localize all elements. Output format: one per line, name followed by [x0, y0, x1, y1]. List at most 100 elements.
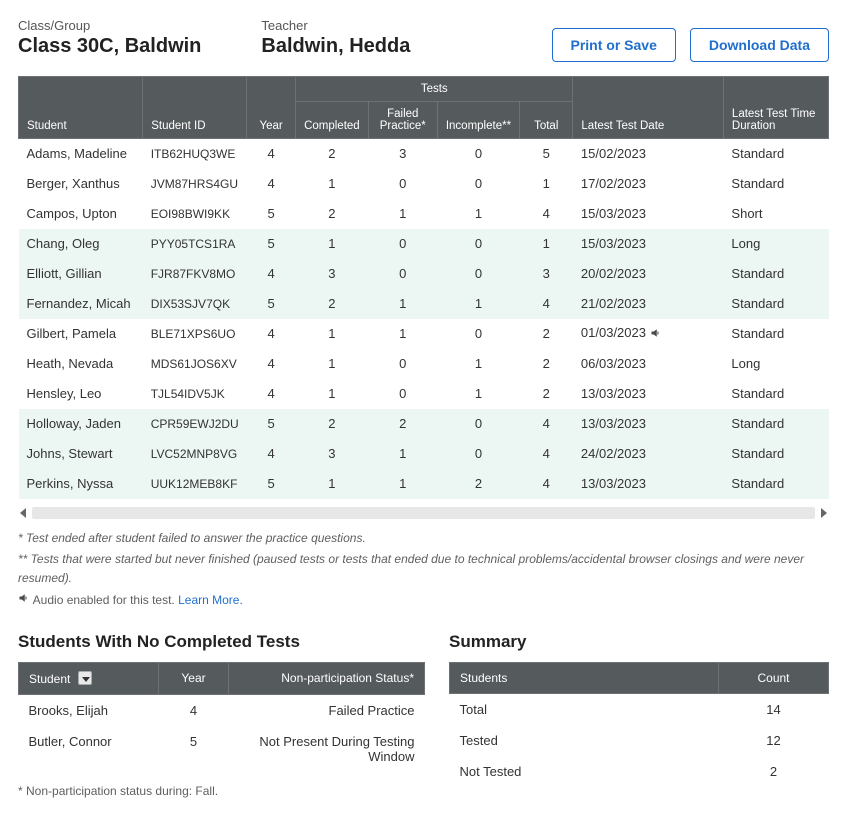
cell-completed: 2 [296, 409, 369, 439]
cell-duration: Short [723, 199, 828, 229]
footnotes-block: * Test ended after student failed to ans… [18, 529, 829, 610]
learn-more-link[interactable]: Learn More. [178, 593, 243, 607]
cell-student-name: Butler, Connor [19, 726, 159, 772]
col-incomplete-header[interactable]: Incomplete** [437, 102, 519, 139]
cell-completed: 1 [296, 169, 369, 199]
students-tests-table: Student Student ID Year Tests Latest Tes… [18, 76, 829, 499]
cell-year: 5 [247, 409, 296, 439]
no-tests-col-status[interactable]: Non-participation Status* [229, 662, 425, 694]
cell-completed: 2 [296, 139, 369, 169]
col-student-id-header[interactable]: Student ID [143, 77, 247, 139]
table-row: Not Tested2 [450, 756, 829, 787]
col-year-header[interactable]: Year [247, 77, 296, 139]
print-save-button[interactable]: Print or Save [552, 28, 676, 62]
col-total-header[interactable]: Total [520, 102, 573, 139]
cell-failed-practice: 0 [368, 259, 437, 289]
cell-student-name: Gilbert, Pamela [19, 319, 143, 349]
col-failed-practice-header[interactable]: Failed Practice* [368, 102, 437, 139]
scroll-right-arrow-icon[interactable] [817, 507, 829, 519]
header-buttons: Print or Save Download Data [552, 28, 830, 62]
cell-latest-date: 01/03/2023 [573, 319, 724, 349]
cell-student-id: BLE71XPS6UO [143, 319, 247, 349]
teacher-field: Teacher Baldwin, Hedda [261, 18, 410, 58]
col-latest-date-header[interactable]: Latest Test Date [573, 77, 724, 139]
bottom-panels: Students With No Completed Tests Student… [18, 632, 829, 798]
sort-caret-icon[interactable] [78, 671, 92, 685]
cell-completed: 1 [296, 379, 369, 409]
summary-title: Summary [449, 632, 829, 652]
cell-student-name: Adams, Madeline [19, 139, 143, 169]
cell-student-name: Hensley, Leo [19, 379, 143, 409]
cell-completed: 2 [296, 289, 369, 319]
cell-completed: 1 [296, 469, 369, 499]
cell-incomplete: 0 [437, 439, 519, 469]
table-row: Tested12 [450, 725, 829, 756]
cell-latest-date: 20/02/2023 [573, 259, 724, 289]
cell-duration: Standard [723, 439, 828, 469]
cell-student-id: LVC52MNP8VG [143, 439, 247, 469]
cell-incomplete: 2 [437, 469, 519, 499]
col-completed-header[interactable]: Completed [296, 102, 369, 139]
no-tests-col-student[interactable]: Student [19, 662, 159, 694]
cell-incomplete: 1 [437, 199, 519, 229]
col-latest-duration-header[interactable]: Latest Test Time Duration [723, 77, 828, 139]
cell-student-name: Heath, Nevada [19, 349, 143, 379]
cell-latest-date: 06/03/2023 [573, 349, 724, 379]
cell-total: 4 [520, 469, 573, 499]
table-row[interactable]: Berger, XanthusJVM87HRS4GU4100117/02/202… [19, 169, 829, 199]
horizontal-scrollbar[interactable] [18, 507, 829, 519]
table-row[interactable]: Fernandez, MicahDIX53SJV7QK5211421/02/20… [19, 289, 829, 319]
cell-student-id: UUK12MEB8KF [143, 469, 247, 499]
cell-total: 1 [520, 169, 573, 199]
table-row[interactable]: Brooks, Elijah4Failed Practice [19, 694, 425, 726]
cell-latest-date: 13/03/2023 [573, 469, 724, 499]
cell-latest-date: 15/02/2023 [573, 139, 724, 169]
no-tests-col-year[interactable]: Year [159, 662, 229, 694]
cell-failed-practice: 1 [368, 199, 437, 229]
cell-year: 4 [247, 259, 296, 289]
table-row[interactable]: Chang, OlegPYY05TCS1RA5100115/03/2023Lon… [19, 229, 829, 259]
cell-total: 2 [520, 319, 573, 349]
summary-col-count[interactable]: Count [719, 662, 829, 693]
cell-year: 4 [247, 379, 296, 409]
class-group-label: Class/Group [18, 18, 201, 33]
cell-student-id: PYY05TCS1RA [143, 229, 247, 259]
cell-summary-count: 14 [719, 693, 829, 725]
cell-participation-status: Failed Practice [229, 694, 425, 726]
no-tests-panel: Students With No Completed Tests Student… [18, 632, 425, 798]
table-row[interactable]: Butler, Connor5Not Present During Testin… [19, 726, 425, 772]
cell-latest-date: 24/02/2023 [573, 439, 724, 469]
cell-total: 4 [520, 289, 573, 319]
cell-incomplete: 0 [437, 229, 519, 259]
cell-student-id: ITB62HUQ3WE [143, 139, 247, 169]
table-row[interactable]: Adams, MadelineITB62HUQ3WE4230515/02/202… [19, 139, 829, 169]
table-row[interactable]: Johns, StewartLVC52MNP8VG4310424/02/2023… [19, 439, 829, 469]
scroll-left-arrow-icon[interactable] [18, 507, 30, 519]
table-row[interactable]: Heath, NevadaMDS61JOS6XV4101206/03/2023L… [19, 349, 829, 379]
table-row[interactable]: Campos, UptonEOI98BWI9KK5211415/03/2023S… [19, 199, 829, 229]
table-row: Total14 [450, 693, 829, 725]
cell-latest-date: 13/03/2023 [573, 379, 724, 409]
cell-duration: Standard [723, 409, 828, 439]
table-row[interactable]: Hensley, LeoTJL54IDV5JK4101213/03/2023St… [19, 379, 829, 409]
cell-incomplete: 1 [437, 289, 519, 319]
download-data-button[interactable]: Download Data [690, 28, 829, 62]
cell-year: 5 [247, 199, 296, 229]
summary-col-students[interactable]: Students [450, 662, 719, 693]
cell-duration: Long [723, 229, 828, 259]
table-row[interactable]: Gilbert, PamelaBLE71XPS6UO4110201/03/202… [19, 319, 829, 349]
cell-duration: Standard [723, 469, 828, 499]
cell-completed: 3 [296, 259, 369, 289]
cell-year: 5 [247, 289, 296, 319]
teacher-value: Baldwin, Hedda [261, 35, 410, 58]
table-row[interactable]: Elliott, GillianFJR87FKV8MO4300320/02/20… [19, 259, 829, 289]
speaker-icon [18, 593, 33, 607]
cell-failed-practice: 0 [368, 379, 437, 409]
cell-student-id: DIX53SJV7QK [143, 289, 247, 319]
cell-summary-label: Total [450, 693, 719, 725]
col-student-header[interactable]: Student [19, 77, 143, 139]
scrollbar-track[interactable] [32, 507, 815, 519]
table-row[interactable]: Holloway, JadenCPR59EWJ2DU5220413/03/202… [19, 409, 829, 439]
cell-duration: Standard [723, 289, 828, 319]
table-row[interactable]: Perkins, NyssaUUK12MEB8KF5112413/03/2023… [19, 469, 829, 499]
